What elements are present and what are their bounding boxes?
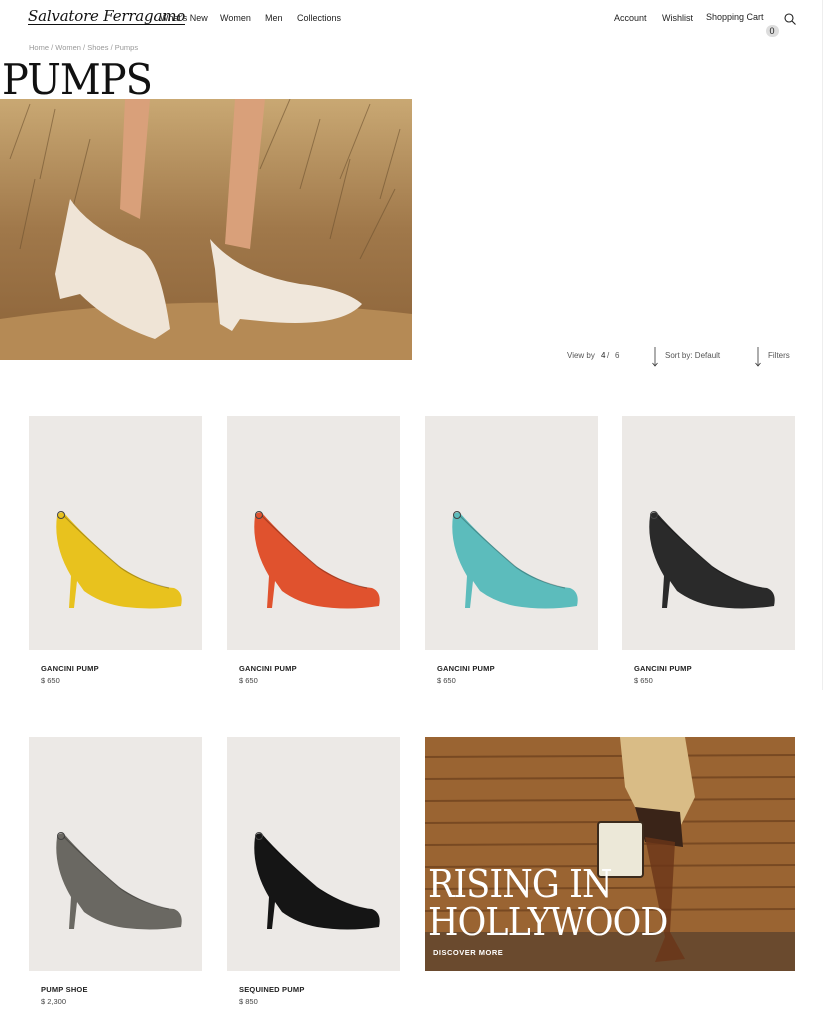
nav-collections[interactable]: Collections	[297, 13, 341, 23]
promo-title-line-2: HOLLYWOOD	[428, 900, 668, 944]
pump-shoe-icon	[254, 832, 380, 930]
cart-count-badge: 0	[765, 25, 779, 37]
product-name[interactable]: GANCINI PUMP	[41, 664, 99, 673]
product-image[interactable]	[29, 416, 202, 650]
page-title: PUMPS	[2, 55, 153, 104]
nav-men[interactable]: Men	[265, 13, 283, 23]
product-card[interactable]: GANCINI PUMP $ 650	[227, 416, 400, 685]
pump-shoe-icon	[254, 511, 380, 609]
product-price: $ 650	[437, 676, 456, 685]
product-price: $ 2,300	[41, 997, 67, 1006]
shopping-cart-link[interactable]: Shopping Cart 0	[706, 12, 779, 37]
view-separator: /	[607, 351, 610, 360]
product-image[interactable]	[227, 737, 400, 971]
product-card[interactable]: GANCINI PUMP $ 650	[622, 416, 795, 685]
wishlist-link[interactable]: Wishlist	[662, 13, 693, 23]
sort-dropdown[interactable]: Sort by: Default	[665, 351, 720, 360]
product-name[interactable]: GANCINI PUMP	[239, 664, 297, 673]
site-header: Salvatore Ferragamo What's New Women Men…	[0, 0, 825, 38]
filters-button[interactable]: Filters	[768, 351, 790, 360]
product-price: $ 650	[239, 676, 258, 685]
pump-shoe-icon	[452, 511, 578, 609]
product-image[interactable]	[425, 416, 598, 650]
promo-title: RISING IN HOLLYWOOD	[428, 862, 668, 944]
product-card[interactable]: GANCINI PUMP $ 650	[425, 416, 598, 685]
discover-more-link[interactable]: DISCOVER MORE	[433, 948, 503, 957]
pump-shoe-icon	[649, 511, 775, 609]
search-icon[interactable]	[784, 13, 796, 25]
product-card[interactable]: GANCINI PUMP $ 650	[29, 416, 202, 685]
sort-arrow-icon	[652, 347, 658, 367]
view-by-label: View by	[567, 351, 595, 360]
product-name[interactable]: SEQUINED PUMP	[239, 985, 305, 994]
product-image[interactable]	[227, 416, 400, 650]
promo-title-line-1: RISING IN	[428, 862, 613, 906]
product-card[interactable]: SEQUINED PUMP $ 850	[227, 737, 400, 1006]
product-image[interactable]	[29, 737, 202, 971]
cart-label: Shopping Cart	[706, 12, 764, 22]
product-name[interactable]: GANCINI PUMP	[437, 664, 495, 673]
account-link[interactable]: Account	[614, 13, 647, 23]
breadcrumb[interactable]: Home / Women / Shoes / Pumps	[29, 43, 138, 52]
pump-shoe-icon	[56, 511, 182, 609]
nav-women[interactable]: Women	[220, 13, 251, 23]
hero-illustration	[0, 99, 412, 360]
view-4-option[interactable]: 4	[601, 351, 605, 360]
pump-shoe-icon	[56, 832, 182, 930]
nav-whats-new[interactable]: What's New	[160, 13, 208, 23]
product-image[interactable]	[622, 416, 795, 650]
product-name[interactable]: GANCINI PUMP	[634, 664, 692, 673]
product-card[interactable]: PUMP SHOE $ 2,300	[29, 737, 202, 1006]
hero-image	[0, 99, 412, 360]
product-price: $ 650	[634, 676, 653, 685]
page-edge-divider	[822, 0, 823, 690]
promo-banner[interactable]: RISING IN HOLLYWOOD DISCOVER MORE	[425, 737, 795, 971]
view-6-option[interactable]: 6	[615, 351, 619, 360]
filters-arrow-icon	[755, 347, 761, 367]
product-price: $ 650	[41, 676, 60, 685]
product-name[interactable]: PUMP SHOE	[41, 985, 88, 994]
product-price: $ 850	[239, 997, 258, 1006]
